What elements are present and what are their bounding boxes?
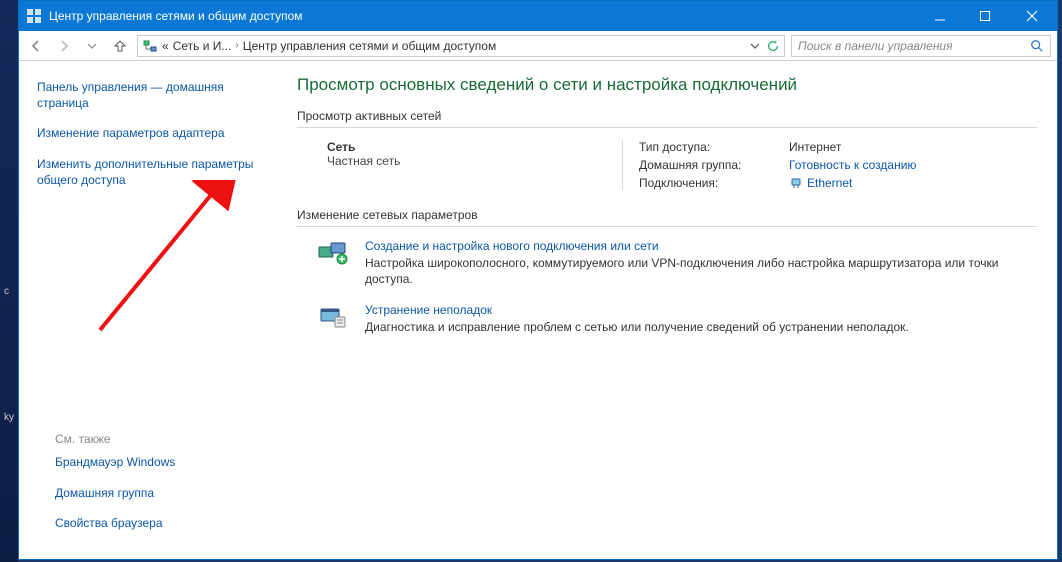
minimize-button[interactable]	[917, 1, 962, 31]
sidebar-home-link[interactable]: Панель управления — домашняя страница	[37, 79, 259, 111]
page-title: Просмотр основных сведений о сети и наст…	[297, 75, 1037, 95]
access-type-label: Тип доступа:	[639, 140, 789, 154]
see-also-label: См. также	[55, 432, 275, 446]
sidebar-advanced-sharing-link[interactable]: Изменить дополнительные параметры общего…	[37, 156, 259, 188]
homegroup-link[interactable]: Готовность к созданию	[789, 158, 916, 172]
search-input[interactable]	[798, 39, 1030, 53]
sidebar: Панель управления — домашняя страница Из…	[19, 61, 269, 559]
desktop-taskbar-strip: с ky	[0, 0, 18, 562]
chevron-down-icon[interactable]	[750, 41, 760, 51]
see-also-section: См. также Брандмауэр Windows Домашняя гр…	[55, 432, 275, 545]
access-type-value: Интернет	[789, 140, 1037, 154]
maximize-button[interactable]	[962, 1, 1007, 31]
ethernet-icon	[789, 176, 803, 190]
up-button[interactable]	[109, 35, 131, 57]
sidebar-browser-props-link[interactable]: Свойства браузера	[55, 515, 275, 531]
window-buttons	[917, 1, 1057, 31]
titlebar: Центр управления сетями и общим доступом	[19, 1, 1057, 31]
breadcrumb-part1[interactable]: Сеть и И...	[173, 39, 232, 53]
active-networks-label: Просмотр активных сетей	[297, 109, 1037, 123]
navigation-bar: « Сеть и И... › Центр управления сетями …	[19, 31, 1057, 61]
troubleshoot-desc: Диагностика и исправление проблем с сеть…	[365, 319, 909, 335]
breadcrumb-part2[interactable]: Центр управления сетями и общим доступом	[243, 39, 497, 53]
breadcrumb-actions	[750, 39, 780, 53]
taskbar-letter: с	[4, 286, 9, 297]
troubleshoot-link[interactable]: Устранение неполадок	[365, 303, 492, 317]
back-button[interactable]	[25, 35, 47, 57]
network-name: Сеть	[327, 140, 622, 154]
breadcrumb-prefix: «	[162, 39, 169, 53]
connection-link[interactable]: Ethernet	[789, 176, 852, 190]
create-connection-text: Создание и настройка нового подключения …	[365, 239, 1037, 287]
forward-button[interactable]	[53, 35, 75, 57]
troubleshoot-text: Устранение неполадок Диагностика и испра…	[365, 303, 909, 335]
sidebar-adapter-link[interactable]: Изменение параметров адаптера	[37, 125, 259, 141]
connection-name: Ethernet	[807, 176, 852, 190]
breadcrumb[interactable]: « Сеть и И... › Центр управления сетями …	[137, 35, 785, 57]
network-details: Тип доступа: Интернет Домашняя группа: Г…	[622, 140, 1037, 190]
troubleshoot-icon	[317, 303, 349, 331]
window-icon	[19, 8, 49, 24]
create-connection-item: Создание и настройка нового подключения …	[297, 239, 1037, 287]
connections-label: Подключения:	[639, 176, 789, 190]
body-area: Панель управления — домашняя страница Из…	[19, 61, 1057, 559]
homegroup-label: Домашняя группа:	[639, 158, 789, 172]
network-identity: Сеть Частная сеть	[297, 140, 622, 190]
setup-connection-icon	[317, 239, 349, 267]
network-entry: Сеть Частная сеть Тип доступа: Интернет …	[297, 140, 1037, 190]
chevron-right-icon[interactable]: ›	[235, 40, 238, 51]
search-box[interactable]	[791, 35, 1051, 57]
refresh-icon[interactable]	[766, 39, 780, 53]
recent-dropdown[interactable]	[81, 35, 103, 57]
sidebar-homegroup-link[interactable]: Домашняя группа	[55, 485, 275, 501]
close-button[interactable]	[1007, 1, 1057, 31]
troubleshoot-item: Устранение неполадок Диагностика и испра…	[297, 303, 1037, 335]
search-icon[interactable]	[1030, 39, 1044, 53]
change-settings-label: Изменение сетевых параметров	[297, 208, 1037, 222]
network-type: Частная сеть	[327, 154, 622, 168]
window-title: Центр управления сетями и общим доступом	[49, 9, 917, 23]
sidebar-firewall-link[interactable]: Брандмауэр Windows	[55, 454, 275, 470]
control-panel-window: Центр управления сетями и общим доступом…	[18, 0, 1058, 560]
divider	[297, 226, 1037, 227]
create-connection-link[interactable]: Создание и настройка нового подключения …	[365, 239, 659, 253]
taskbar-letter: ky	[4, 412, 14, 423]
divider	[297, 127, 1037, 128]
create-connection-desc: Настройка широкополосного, коммутируемог…	[365, 255, 1037, 287]
network-icon	[142, 38, 158, 54]
main-content: Просмотр основных сведений о сети и наст…	[269, 61, 1057, 559]
